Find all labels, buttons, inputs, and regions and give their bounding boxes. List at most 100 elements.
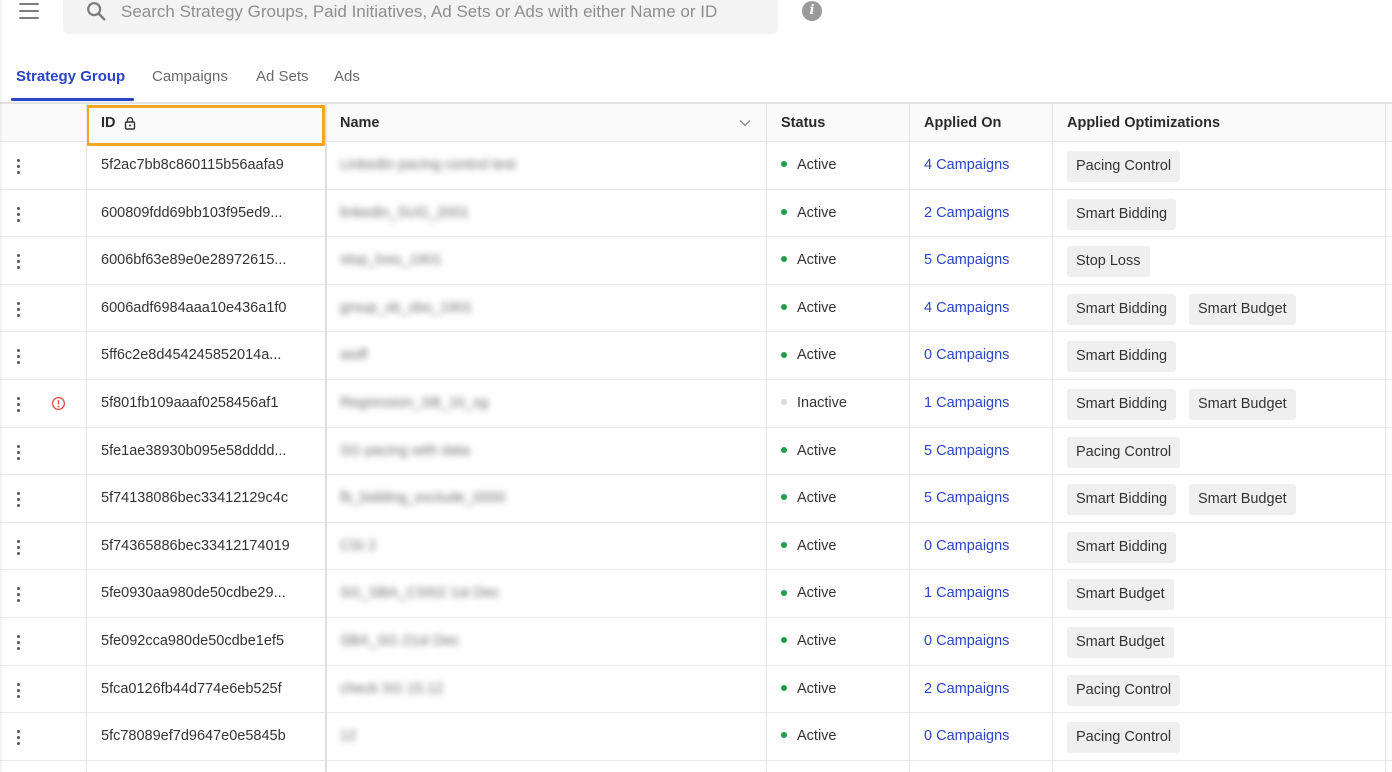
id-cell[interactable]: 5f74138086bec33412129c4c — [101, 475, 288, 522]
kebab-menu-icon[interactable] — [13, 395, 23, 413]
column-header-id[interactable]: ID — [101, 104, 116, 142]
kebab-menu-icon[interactable] — [13, 300, 23, 318]
name-cell[interactable]: SG_SBA_CSI02 1st Dec — [340, 570, 500, 617]
status-cell: Active — [781, 428, 837, 475]
search-input[interactable] — [121, 0, 761, 24]
status-label: Active — [797, 537, 837, 554]
chevron-down-icon[interactable] — [739, 119, 751, 127]
kebab-menu-icon[interactable] — [13, 490, 23, 508]
kebab-menu-icon[interactable] — [13, 205, 23, 223]
status-cell: Inactive — [781, 380, 847, 427]
sidebar-edge-shadow — [0, 0, 3, 772]
status-dot — [781, 637, 787, 644]
kebab-menu-icon[interactable] — [13, 633, 23, 651]
name-cell[interactable]: SG pacing with data — [340, 428, 470, 475]
hamburger-menu-icon[interactable] — [18, 3, 42, 21]
tab-strategy-group[interactable]: Strategy Group — [16, 68, 125, 85]
id-column-header-highlight[interactable] — [86, 105, 325, 146]
name-cell[interactable]: linkedin_SUG_2001 — [340, 190, 469, 237]
applied-on-link[interactable]: 5 Campaigns — [924, 428, 1009, 475]
applied-on-link[interactable]: 1 Campaigns — [924, 570, 1009, 617]
id-cell[interactable]: 5fc78089ef7d9647e0e5845b — [101, 713, 286, 760]
table-row[interactable]: 5f74365886bec33412174019 CSI 2 Active 0 Cam… — [0, 523, 1392, 571]
alert-circle-icon[interactable] — [51, 396, 66, 411]
table-row[interactable]: 600809fdd69bb103f95ed9... linkedin_SUG_20… — [0, 190, 1392, 238]
id-cell[interactable]: 5f74365886bec33412174019 — [101, 523, 290, 570]
name-cell[interactable]: Linkedin pacing control test — [340, 142, 516, 189]
tab-campaigns[interactable]: Campaigns — [152, 68, 228, 85]
applied-on-link[interactable]: 5 Campaigns — [924, 475, 1009, 522]
table-row[interactable]: 5fc78089ef7d9647e0e5845b 12 Active 0 Campai… — [0, 713, 1392, 761]
applied-on-link[interactable]: 0 Campaigns — [924, 713, 1009, 760]
name-cell[interactable]: 12 — [340, 713, 356, 760]
id-cell[interactable]: 5f2ac7bb8c860115b56aafa9 — [101, 142, 284, 189]
id-cell[interactable]: 5f801fb109aaaf0258456af1 — [101, 380, 278, 427]
kebab-menu-icon[interactable] — [13, 585, 23, 603]
status-cell: Active — [781, 666, 837, 713]
id-cell[interactable]: 5ff6c2e8d454245852014a... — [101, 332, 281, 379]
info-icon[interactable]: i — [802, 1, 822, 21]
applied-on-link[interactable]: 2 Campaigns — [924, 666, 1009, 713]
name-cell[interactable]: CSI 2 — [340, 523, 376, 570]
table-row[interactable]: 5ff6c2e8d454245852014a... asdf Active 0 Cam… — [0, 332, 1392, 380]
column-header-name[interactable]: Name — [340, 104, 380, 142]
optimization-chip-pacing-control: Pacing Control — [1067, 722, 1181, 754]
id-cell[interactable]: 6006adf6984aaa10e436a1f0 — [101, 285, 286, 332]
applied-on-link[interactable]: 0 Campaigns — [924, 618, 1009, 665]
name-cell[interactable]: group_sb_sbo_1901 — [340, 285, 472, 332]
table-header: ID Name Status Applied On Applied Optimi… — [0, 104, 1392, 146]
table-row[interactable]: 6006adf6984aaa10e436a1f0 group_sb_sbo_190… — [0, 285, 1392, 333]
status-label: Active — [797, 680, 837, 697]
active-tab-indicator — [11, 98, 134, 101]
name-cell[interactable]: stop_loss_1901 — [340, 237, 442, 284]
name-cell[interactable]: check SG 15.12 — [340, 666, 443, 713]
table-row[interactable]: 5fe1ae38930b095e58dddd... SG pacing with … — [0, 428, 1392, 476]
column-divider — [1385, 104, 1386, 772]
column-divider — [1052, 104, 1053, 772]
kebab-menu-icon[interactable] — [13, 443, 23, 461]
applied-on-link[interactable]: 1 Campaigns — [924, 380, 1009, 427]
name-cell[interactable]: fb_bidding_exclude_0000 — [340, 475, 505, 522]
applied-on-link[interactable]: 4 Campaigns — [924, 142, 1009, 189]
applied-on-link[interactable]: 2 Campaigns — [924, 190, 1009, 237]
table-row[interactable]: 5fe092cca980de50cdbe1ef5 SBA_SG 21st Dec A… — [0, 618, 1392, 666]
table-row[interactable]: 6006bf63e89e0e28972615... stop_loss_1901 A… — [0, 237, 1392, 285]
table-row[interactable]: 5f74138086bec33412129c4c fb_bidding_exclu… — [0, 475, 1392, 523]
id-cell[interactable]: 5fe1ae38930b095e58dddd... — [101, 428, 286, 475]
column-header-applied-optimizations[interactable]: Applied Optimizations — [1067, 104, 1220, 142]
column-divider — [909, 104, 910, 772]
id-cell[interactable]: 5fe092cca980de50cdbe1ef5 — [101, 618, 284, 665]
applied-on-link[interactable]: 4 Campaigns — [924, 285, 1009, 332]
kebab-menu-icon[interactable] — [13, 681, 23, 699]
tab-ad-sets[interactable]: Ad Sets — [256, 68, 309, 85]
status-cell: Active — [781, 190, 837, 237]
kebab-menu-icon[interactable] — [13, 538, 23, 556]
kebab-menu-icon[interactable] — [13, 252, 23, 270]
kebab-menu-icon[interactable] — [13, 157, 23, 175]
optimization-chip-pacing-control: Pacing Control — [1067, 151, 1181, 182]
name-cell[interactable]: Regression_SB_10_sg — [340, 380, 488, 427]
applied-on-link[interactable]: 5 Campaigns — [924, 237, 1009, 284]
name-cell[interactable]: asdf — [340, 332, 367, 379]
id-cell[interactable]: 600809fdd69bb103f95ed9... — [101, 190, 282, 237]
table-row[interactable]: 5fe0930aa980de50cdbe29... SG_SBA_CSI02 1s… — [0, 570, 1392, 618]
column-divider — [86, 104, 87, 772]
optimization-chip-smart-bidding: Smart Bidding — [1067, 198, 1177, 230]
column-header-status[interactable]: Status — [781, 104, 825, 142]
tab-ads[interactable]: Ads — [334, 68, 360, 85]
id-cell[interactable]: 5fca0126fb44d774e6eb525f — [101, 666, 282, 713]
status-label: Active — [797, 585, 837, 602]
status-label: Active — [797, 728, 837, 745]
status-cell: Active — [781, 332, 837, 379]
kebab-menu-icon[interactable] — [13, 728, 23, 746]
id-cell[interactable]: 6006bf63e89e0e28972615... — [101, 237, 286, 284]
column-header-applied-on[interactable]: Applied On — [924, 104, 1001, 142]
name-cell[interactable]: SBA_SG 21st Dec — [340, 618, 459, 665]
applied-on-link[interactable]: 0 Campaigns — [924, 523, 1009, 570]
applied-on-link[interactable]: 0 Campaigns — [924, 332, 1009, 379]
table-row[interactable]: 5f2ac7bb8c860115b56aafa9 Linkedin pacing … — [0, 142, 1392, 190]
kebab-menu-icon[interactable] — [13, 347, 23, 365]
id-cell[interactable]: 5fe0930aa980de50cdbe29... — [101, 570, 286, 617]
table-row[interactable]: 5fca0126fb44d774e6eb525f check SG 15.12 Ac… — [0, 666, 1392, 714]
table-row[interactable]: 5f801fb109aaaf0258456af1 Regression_SB_10… — [0, 380, 1392, 428]
